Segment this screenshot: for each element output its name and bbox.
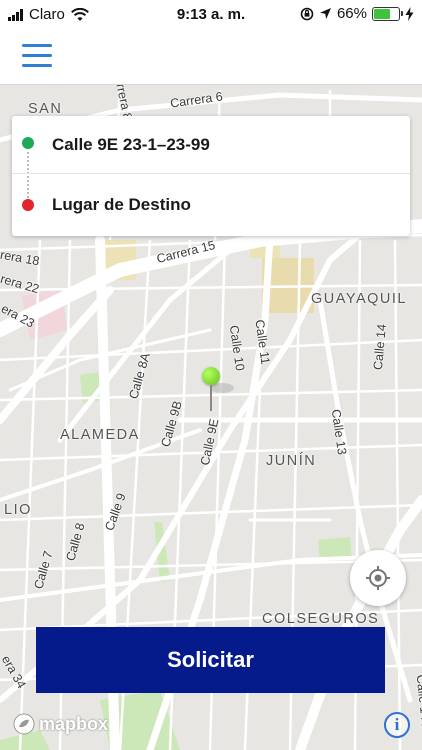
destination-dot-icon [22, 199, 34, 211]
locate-button[interactable] [350, 550, 406, 606]
battery-percent: 66% [336, 5, 367, 22]
district-junin-label: JUNÍN [266, 453, 317, 469]
destination-row[interactable]: Lugar de Destino [12, 176, 410, 234]
mapbox-wordmark: mapbox [39, 713, 109, 734]
district-colseguros-label: COLSEGUROS [262, 611, 380, 627]
mapbox-attribution[interactable]: mapbox [12, 712, 108, 736]
trip-address-card: Calle 9E 23-1–23-99 Lugar de Destino [12, 116, 410, 236]
location-arrow-icon [319, 8, 331, 19]
status-right: 66% [300, 5, 414, 22]
orientation-lock-icon [300, 7, 314, 20]
status-bar: Claro 9:13 a. m. 66% [0, 0, 422, 30]
district-lio-label: LIO [4, 502, 32, 518]
origin-row[interactable]: Calle 9E 23-1–23-99 [12, 116, 410, 174]
request-ride-button[interactable]: Solicitar [36, 627, 385, 693]
crosshair-locate-icon [366, 566, 390, 590]
battery-icon [372, 6, 403, 21]
district-guayaquil-label: GUAYAQUIL [311, 291, 407, 307]
app-screen: Claro 9:13 a. m. 66% SAN GUAYAQUIL ALAME… [0, 0, 422, 750]
charging-icon [405, 6, 414, 21]
hamburger-menu-icon[interactable] [22, 44, 52, 68]
destination-address: Lugar de Destino [52, 195, 191, 214]
district-san-label: SAN [28, 101, 63, 117]
origin-dot-icon [22, 137, 34, 149]
nav-bar [0, 30, 422, 85]
district-alameda-label: ALAMEDA [60, 427, 140, 443]
info-icon[interactable]: i [384, 712, 410, 738]
pickup-pin-icon[interactable] [202, 367, 220, 413]
mapbox-logo-icon [13, 713, 35, 735]
origin-address: Calle 9E 23-1–23-99 [52, 134, 210, 154]
